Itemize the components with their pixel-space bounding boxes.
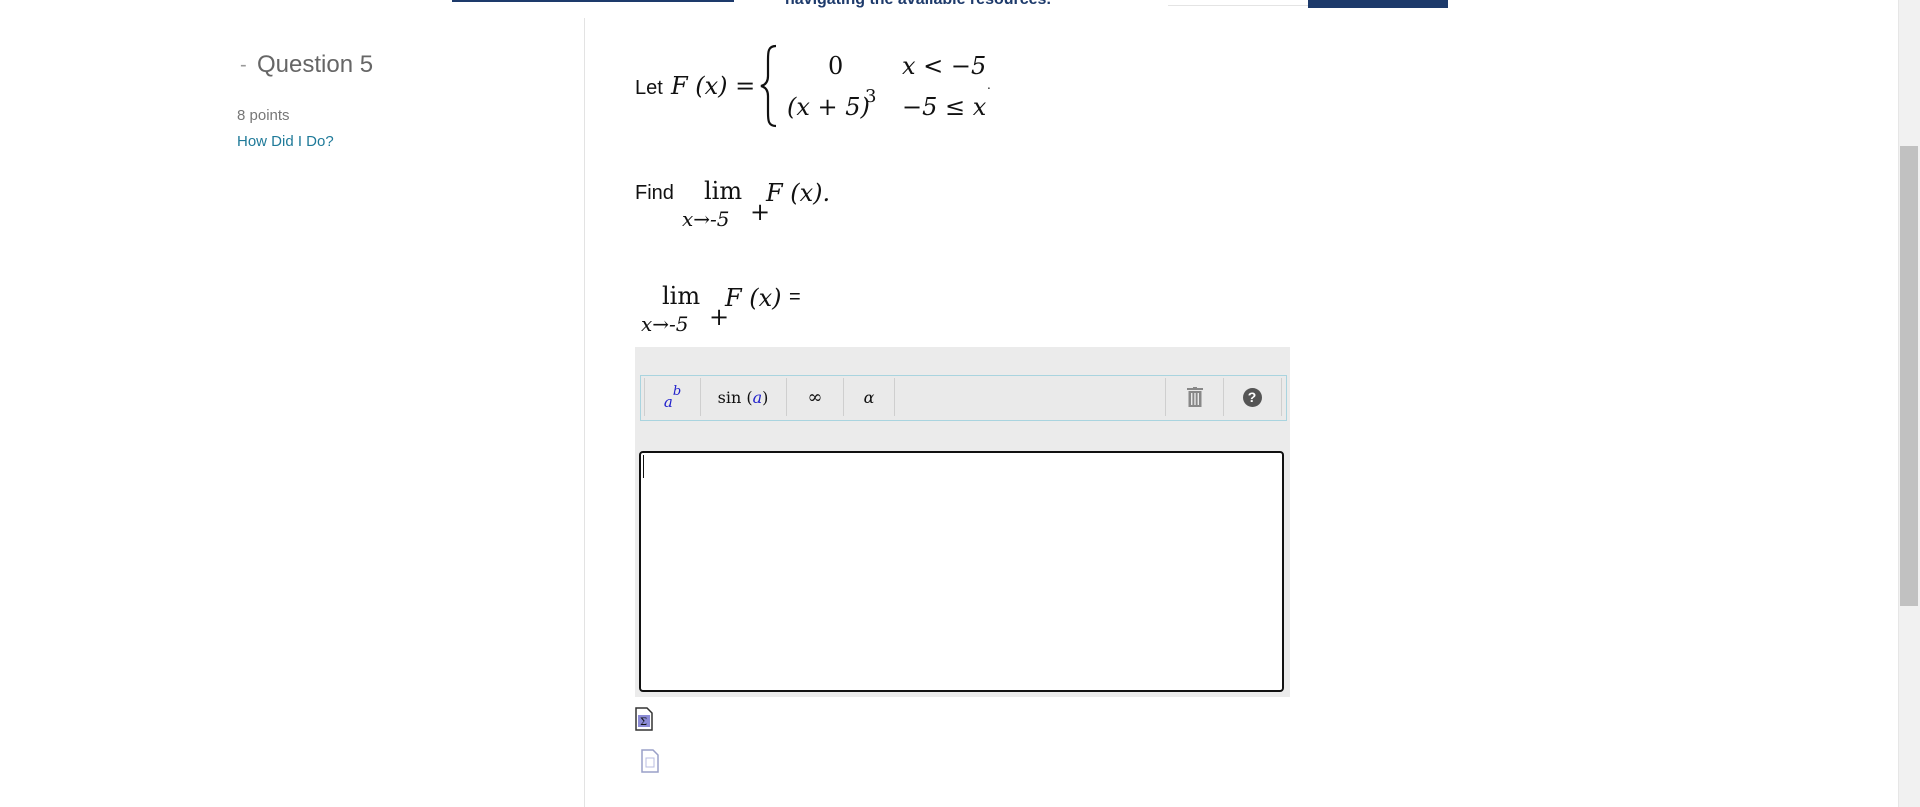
find-expression: F (x). (766, 179, 831, 207)
infinity-button[interactable]: ∞ (787, 378, 844, 416)
scrollbar-thumb[interactable] (1900, 146, 1918, 606)
let-label: Let (635, 77, 663, 99)
how-did-i-do-link[interactable]: How Did I Do? (237, 133, 334, 150)
trailing-dot: . (987, 78, 991, 92)
clear-button[interactable] (1165, 378, 1224, 416)
text-caret (643, 455, 644, 478)
question-title: Question 5 (257, 51, 374, 78)
greek-button[interactable]: α (844, 378, 895, 416)
find-label: Find (635, 182, 674, 204)
sine-button[interactable]: sin (a) (700, 378, 787, 416)
lim-operator: lim (704, 177, 743, 205)
function-def-lhs: F (x) = (671, 72, 756, 100)
case2-value: (x + 5) (787, 93, 870, 121)
power-exponent: b (672, 383, 682, 399)
answer-expression: F (x) (725, 284, 782, 312)
sin-label: sin (717, 387, 742, 407)
top-tab-underline (452, 0, 734, 2)
curly-brace-icon (760, 44, 777, 128)
equation-file-icon[interactable]: Σ (635, 707, 653, 731)
power-base: a (663, 393, 673, 411)
lim-subscript: x→-5 (682, 207, 730, 231)
trash-icon (1186, 387, 1203, 407)
top-divider (1168, 5, 1308, 6)
case2-exponent: 3 (865, 86, 877, 107)
infinity-symbol: ∞ (807, 386, 823, 408)
math-toolbar: ab sin (a) ∞ α ? (640, 375, 1287, 421)
case1-condition: x < −5 (902, 52, 987, 80)
resources-banner-text: navigating the available resources. (785, 0, 1051, 9)
column-divider (584, 18, 585, 807)
alpha-symbol: α (863, 387, 875, 407)
answer-lim-operator: lim (662, 282, 701, 310)
power-button[interactable]: ab (644, 378, 701, 416)
sin-arg: a (752, 387, 763, 407)
answer-input[interactable] (639, 451, 1284, 692)
question-points: 8 points (237, 107, 290, 124)
top-action-button[interactable] (1308, 0, 1448, 8)
answer-lim-subscript: x→-5 (641, 312, 689, 336)
case2-condition: −5 ≤ x (902, 93, 987, 121)
svg-text:Σ: Σ (640, 717, 647, 728)
collapse-toggle[interactable]: - (240, 54, 247, 77)
document-file-icon[interactable] (641, 749, 659, 773)
help-button[interactable]: ? (1223, 378, 1282, 416)
answer-equals: = (789, 286, 801, 308)
help-icon: ? (1242, 387, 1262, 407)
case1-value: 0 (828, 52, 844, 80)
